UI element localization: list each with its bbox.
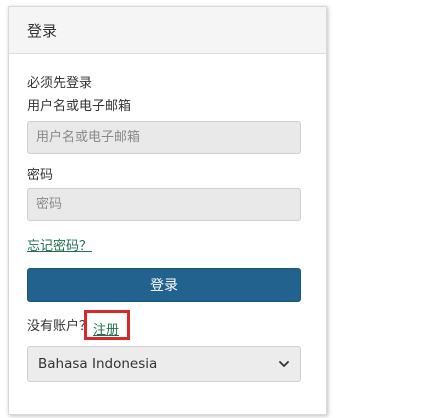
password-input[interactable] — [27, 188, 301, 221]
username-input[interactable] — [27, 121, 301, 154]
language-selected-value: Bahasa Indonesia — [38, 356, 158, 372]
panel-header: 登录 — [9, 7, 326, 54]
login-panel: 登录 必须先登录 用户名或电子邮箱 密码 忘记密码？ 登录 没有账户？ 注册 B… — [8, 6, 327, 415]
forgot-password-link[interactable]: 忘记密码？ — [27, 235, 92, 254]
no-account-text: 没有账户？ — [27, 319, 93, 334]
login-required-notice: 必须先登录 — [27, 76, 93, 91]
password-label: 密码 — [27, 168, 54, 183]
language-select[interactable]: Bahasa Indonesia — [27, 346, 301, 382]
login-button[interactable]: 登录 — [27, 268, 301, 302]
chevron-down-icon — [279, 361, 289, 367]
register-link[interactable]: 注册 — [93, 319, 119, 338]
page-title: 登录 — [27, 21, 58, 40]
username-label: 用户名或电子邮箱 — [27, 99, 132, 114]
